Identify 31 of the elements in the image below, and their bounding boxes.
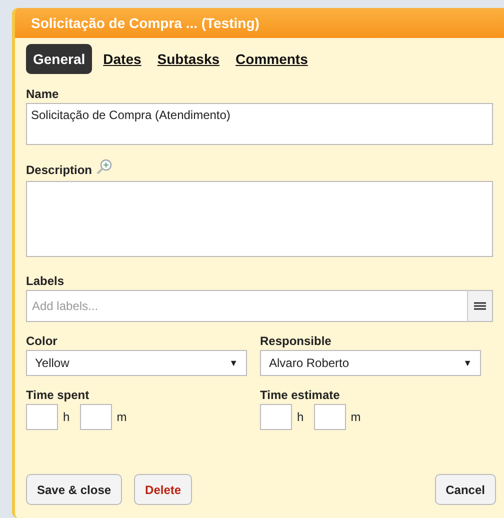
tab[interactable]: Dates [98, 44, 146, 74]
unit-label: m [350, 410, 361, 424]
dropdown[interactable]: Alvaro Roberto ▼ [260, 350, 481, 376]
minutes-field[interactable] [314, 404, 346, 430]
field-label: Time estimate [260, 388, 341, 402]
labels-field[interactable]: Add labels... [26, 290, 467, 322]
field-label: Time spent [26, 388, 90, 402]
hours-field[interactable] [26, 404, 58, 430]
unit-label: h [297, 410, 304, 424]
dropdown[interactable]: Yellow ▼ [26, 350, 247, 376]
dialog-button[interactable]: Save & close [26, 474, 122, 505]
name-field[interactable]: Solicitação de Compra (Atendimento) [26, 103, 493, 145]
field-label: Color [26, 334, 58, 348]
tab[interactable]: Comments [230, 44, 313, 74]
minutes-field[interactable] [80, 404, 112, 430]
zoom-in-icon[interactable] [96, 159, 112, 175]
field-label: Name [26, 87, 60, 101]
description-field[interactable] [26, 181, 493, 257]
tab[interactable]: General [26, 44, 92, 74]
menu-icon [474, 301, 486, 311]
unit-label: h [63, 410, 70, 424]
window-title: Solicitação de Compra ... (Testing) [31, 15, 260, 31]
tab[interactable]: Subtasks [152, 44, 225, 74]
field-label: Responsible [260, 334, 332, 348]
field-label: Description [26, 163, 92, 177]
field-label: Labels [26, 274, 66, 288]
hours-field[interactable] [260, 404, 292, 430]
unit-label: m [116, 410, 127, 424]
dialog-button[interactable]: Delete [134, 474, 192, 505]
dialog-button[interactable]: Cancel [434, 474, 496, 505]
menu-button[interactable] [467, 290, 493, 322]
